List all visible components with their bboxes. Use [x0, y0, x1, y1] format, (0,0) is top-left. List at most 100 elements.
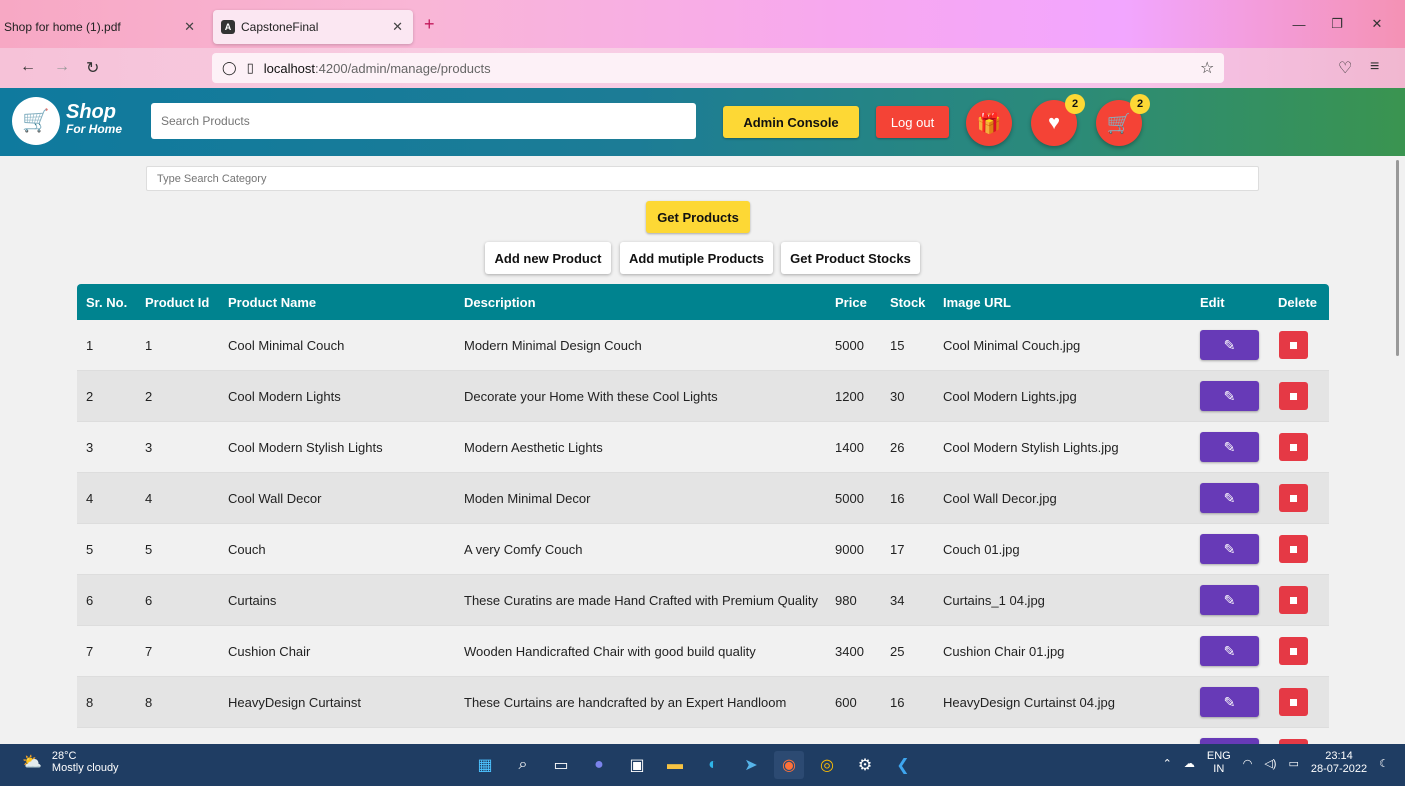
- clock[interactable]: 23:14 28-07-2022: [1311, 750, 1367, 776]
- delete-button[interactable]: [1279, 586, 1308, 614]
- teams-chat-icon[interactable]: ●: [584, 751, 614, 779]
- edit-button[interactable]: ✎: [1200, 636, 1259, 666]
- logout-button[interactable]: Log out: [876, 106, 949, 138]
- page-icon: ▯: [246, 60, 254, 75]
- volume-icon[interactable]: ◁): [1264, 757, 1276, 770]
- edit-button[interactable]: ✎: [1200, 534, 1259, 564]
- minimize-icon[interactable]: —: [1282, 10, 1316, 38]
- price-cell: 1200: [835, 389, 864, 404]
- notification-moon-icon[interactable]: ☾: [1379, 757, 1389, 770]
- edit-button[interactable]: ✎: [1200, 432, 1259, 462]
- telegram-icon[interactable]: ➤: [736, 751, 766, 779]
- new-tab-icon[interactable]: +: [424, 14, 435, 35]
- edit-button[interactable]: ✎: [1200, 483, 1259, 513]
- vscode-icon[interactable]: ❮: [888, 751, 918, 779]
- delete-button[interactable]: [1279, 637, 1308, 665]
- file-explorer-icon[interactable]: ▬: [660, 751, 690, 779]
- search-products-input[interactable]: [151, 103, 696, 139]
- store-icon[interactable]: ▣: [622, 751, 652, 779]
- clock-time: 23:14: [1325, 750, 1353, 762]
- restore-icon[interactable]: ❐: [1320, 10, 1354, 38]
- delete-button[interactable]: [1279, 331, 1308, 359]
- forward-icon[interactable]: →: [54, 58, 70, 76]
- url-bar[interactable]: ◯ ▯ localhost :4200/admin/manage/product…: [212, 53, 1224, 83]
- id-cell: 4: [145, 491, 153, 506]
- wifi-icon[interactable]: ◠: [1243, 757, 1253, 770]
- browser-tab-pdf[interactable]: Shop for home (1).pdf ✕: [0, 10, 205, 44]
- name-cell: Cool Minimal Couch: [228, 338, 345, 353]
- stop-icon: [1290, 392, 1297, 400]
- table-row: 7 7 Cushion Chair Wooden Handicrafted Ch…: [77, 626, 1329, 677]
- menu-icon[interactable]: ≡: [1370, 58, 1379, 76]
- cart-logo-icon[interactable]: 🛒: [12, 97, 60, 145]
- image-cell: Cool Wall Decor.jpg: [943, 491, 1057, 506]
- delete-button[interactable]: [1279, 382, 1308, 410]
- desc-cell: Modern Minimal Design Couch: [464, 338, 642, 353]
- lang-code: ENG: [1206, 750, 1231, 762]
- back-icon[interactable]: ←: [20, 58, 36, 76]
- reload-icon[interactable]: ↻: [86, 58, 99, 78]
- battery-icon[interactable]: ▭: [1288, 757, 1298, 770]
- table-row: 2 2 Cool Modern Lights Decorate your Hom…: [77, 371, 1329, 422]
- edge-icon[interactable]: ◐: [698, 751, 728, 779]
- onedrive-cloud-icon[interactable]: ☁: [1184, 757, 1195, 770]
- stock-cell: 16: [890, 491, 905, 506]
- edit-button[interactable]: ✎: [1200, 687, 1259, 717]
- taskbar-apps: ▦ ⌕ ▭ ● ▣ ▬ ◐ ➤ ◉ ◎ ⚙ ❮: [470, 751, 918, 779]
- delete-button[interactable]: [1279, 433, 1308, 461]
- language-indicator[interactable]: ENG IN: [1207, 750, 1231, 776]
- col-header: Image URL: [943, 295, 1011, 310]
- window-close-icon[interactable]: ✕: [1360, 10, 1394, 38]
- bookmark-star-icon[interactable]: ☆: [1200, 58, 1214, 78]
- cloud-sun-icon: ⛅: [22, 754, 42, 771]
- chevron-up-icon[interactable]: ⌃: [1163, 757, 1172, 770]
- image-cell: Cool Modern Lights.jpg: [943, 389, 1077, 404]
- delete-button[interactable]: [1279, 688, 1308, 716]
- edit-button[interactable]: ✎: [1200, 330, 1259, 360]
- get-product-stocks-button[interactable]: Get Product Stocks: [781, 242, 920, 274]
- pocket-icon[interactable]: ♡: [1338, 58, 1352, 78]
- pencil-icon: ✎: [1223, 438, 1236, 455]
- weather-widget[interactable]: ⛅ 28°C Mostly cloudy: [22, 750, 119, 774]
- delete-button[interactable]: [1279, 484, 1308, 512]
- col-header: Stock: [890, 295, 926, 310]
- name-cell: Cool Modern Lights: [228, 389, 341, 404]
- sr-cell: 1: [86, 338, 94, 353]
- browser-tab-capstone[interactable]: A CapstoneFinal ✕: [213, 10, 413, 44]
- col-header: Product Id: [145, 295, 210, 310]
- close-icon[interactable]: ✕: [184, 19, 195, 35]
- delete-button[interactable]: [1279, 535, 1308, 563]
- task-view-icon[interactable]: ▭: [546, 751, 576, 779]
- chrome-icon[interactable]: ◎: [812, 751, 842, 779]
- name-cell: HeavyDesign Curtainst: [228, 695, 361, 710]
- name-cell: Cool Modern Stylish Lights: [228, 440, 383, 455]
- settings-gear-icon[interactable]: ⚙: [850, 751, 880, 779]
- sr-cell: 2: [86, 389, 94, 404]
- stock-cell: 26: [890, 440, 905, 455]
- edit-button[interactable]: ✎: [1200, 585, 1259, 615]
- gift-icon-button[interactable]: 🎁: [966, 100, 1012, 146]
- image-cell: HeavyDesign Curtainst 04.jpg: [943, 695, 1115, 710]
- cart-button[interactable]: 🛒 2: [1096, 94, 1150, 146]
- logo[interactable]: Shop For Home: [66, 102, 122, 136]
- edit-button[interactable]: ✎: [1200, 381, 1259, 411]
- windows-start-icon[interactable]: ▦: [470, 751, 500, 779]
- weather-text: Mostly cloudy: [51, 762, 119, 774]
- get-products-button[interactable]: Get Products: [646, 201, 750, 233]
- col-header: Delete: [1278, 295, 1318, 310]
- add-multiple-products-button[interactable]: Add mutiple Products: [620, 242, 773, 274]
- clock-date: 28-07-2022: [1310, 763, 1368, 775]
- name-cell: Cool Wall Decor: [228, 491, 322, 506]
- wishlist-button[interactable]: ♥ 2: [1031, 94, 1085, 146]
- id-cell: 2: [145, 389, 153, 404]
- firefox-icon[interactable]: ◉: [774, 751, 804, 779]
- pencil-icon: ✎: [1223, 387, 1236, 404]
- close-icon[interactable]: ✕: [392, 19, 403, 35]
- name-cell: Couch: [228, 542, 266, 557]
- add-new-product-button[interactable]: Add new Product: [485, 242, 611, 274]
- table-header: Sr. No. Product Id Product Name Descript…: [77, 284, 1329, 320]
- search-icon[interactable]: ⌕: [508, 751, 538, 779]
- admin-console-button[interactable]: Admin Console: [723, 106, 859, 138]
- category-search-input[interactable]: [146, 166, 1259, 191]
- page-scrollbar[interactable]: [1396, 160, 1399, 356]
